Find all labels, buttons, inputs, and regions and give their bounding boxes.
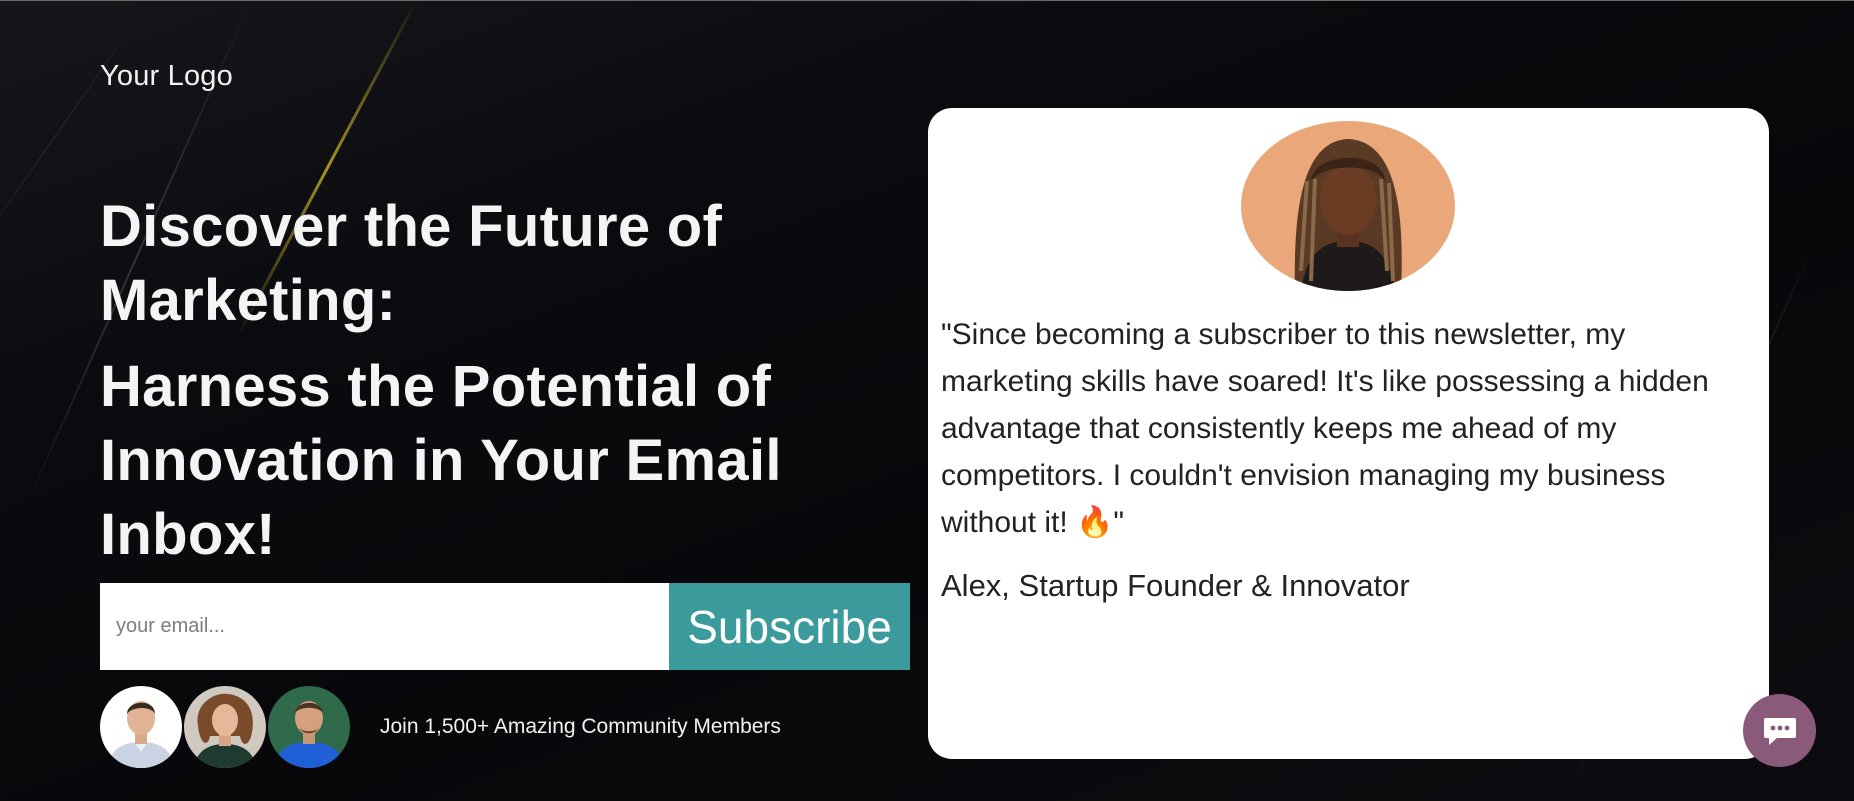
community-members-text: Join 1,500+ Amazing Community Members: [380, 715, 781, 738]
testimonial-quote-close: ": [1113, 506, 1125, 539]
email-input[interactable]: [100, 583, 669, 670]
hero-headline: Discover the Future of Marketing:: [100, 194, 723, 333]
testimonial-quote: "Since becoming a subscriber to this new…: [941, 311, 1761, 546]
chat-button[interactable]: [1743, 694, 1816, 767]
chat-bubble-icon: [1763, 717, 1796, 745]
landing-page: Your Logo Discover the Future of Marketi…: [0, 0, 1854, 801]
newsletter-signup-form: Subscribe: [100, 583, 910, 670]
subscribe-button[interactable]: Subscribe: [669, 583, 910, 670]
hero-subheadline: Harness the Potential of Innovation in Y…: [100, 354, 782, 567]
testimonial-author: Alex, Startup Founder & Innovator: [941, 568, 1410, 603]
member-avatar-1: [100, 686, 182, 768]
testimonial-avatar: [1241, 121, 1455, 291]
member-avatar-2: [184, 686, 266, 768]
testimonial-quote-text: "Since becoming a subscriber to this new…: [941, 318, 1709, 539]
fire-emoji-icon: 🔥: [1076, 506, 1114, 539]
site-logo[interactable]: Your Logo: [100, 60, 233, 93]
member-avatar-3: [268, 686, 350, 768]
testimonial-card: "Since becoming a subscriber to this new…: [928, 108, 1769, 759]
community-members: Join 1,500+ Amazing Community Members: [100, 686, 781, 768]
